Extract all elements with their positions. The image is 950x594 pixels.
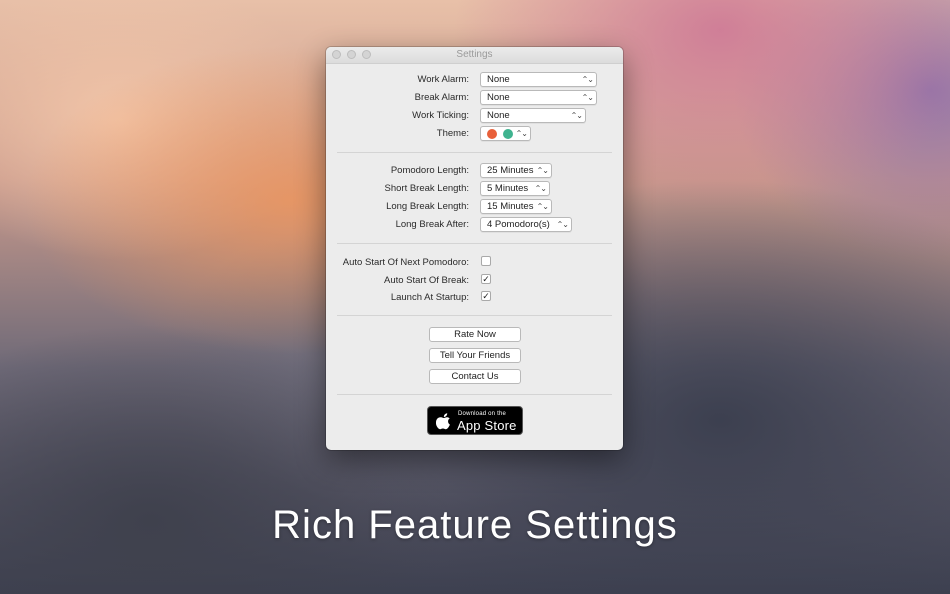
break-alarm-value: None (487, 92, 510, 103)
separator (337, 152, 612, 153)
work-ticking-select[interactable]: None ⌃⌄ (480, 108, 586, 123)
chevron-updown-icon: ⌃⌄ (534, 184, 547, 193)
work-alarm-row: Work Alarm: None ⌃⌄ (326, 72, 623, 88)
auto-start-break-label: Auto Start Of Break: (383, 275, 469, 286)
contact-us-button[interactable]: Contact Us (429, 369, 521, 384)
work-ticking-row: Work Ticking: None ⌃⌄ (326, 108, 623, 124)
short-break-length-label: Short Break Length: (384, 183, 470, 194)
badge-line2: App Store (457, 418, 517, 433)
theme-color-green (503, 129, 513, 139)
work-alarm-label: Work Alarm: (417, 74, 469, 85)
auto-start-pomodoro-row: Auto Start Of Next Pomodoro: (326, 255, 623, 271)
chevron-updown-icon: ⌃⌄ (570, 111, 583, 120)
theme-row: Theme: ⌃⌄ (326, 126, 623, 142)
long-break-after-label: Long Break After: (395, 219, 469, 230)
auto-start-break-row: Auto Start Of Break: ✓ (326, 273, 623, 289)
long-break-length-row: Long Break Length: 15 Minutes ⌃⌄ (326, 199, 623, 215)
apple-logo-icon (436, 413, 450, 430)
chevron-updown-icon: ⌃⌄ (536, 166, 549, 175)
app-store-badge[interactable]: Download on the App Store (427, 406, 523, 435)
launch-at-startup-checkbox[interactable]: ✓ (481, 291, 491, 301)
separator (337, 243, 612, 244)
chevron-updown-icon: ⌃⌄ (515, 129, 528, 138)
long-break-after-select[interactable]: 4 Pomodoro(s) ⌃⌄ (480, 217, 572, 232)
short-break-length-select[interactable]: 5 Minutes ⌃⌄ (480, 181, 550, 196)
theme-select[interactable]: ⌃⌄ (480, 126, 531, 141)
settings-window: Settings Work Alarm: None ⌃⌄ Break Alarm… (326, 47, 623, 450)
short-break-length-row: Short Break Length: 5 Minutes ⌃⌄ (326, 181, 623, 197)
chevron-updown-icon: ⌃⌄ (581, 93, 594, 102)
short-break-length-value: 5 Minutes (487, 183, 529, 194)
long-break-length-label: Long Break Length: (386, 201, 469, 212)
promo-headline: Rich Feature Settings (272, 503, 678, 547)
tell-friends-button[interactable]: Tell Your Friends (429, 348, 521, 363)
window-title: Settings (456, 49, 493, 60)
auto-start-pomodoro-label: Auto Start Of Next Pomodoro: (342, 257, 469, 268)
title-bar[interactable]: Settings (326, 47, 623, 64)
pomodoro-length-value: 25 Minutes (487, 165, 534, 176)
long-break-after-row: Long Break After: 4 Pomodoro(s) ⌃⌄ (326, 217, 623, 233)
theme-label: Theme: (436, 128, 469, 139)
separator (337, 394, 612, 395)
separator (337, 315, 612, 316)
theme-color-orange (487, 129, 497, 139)
work-ticking-label: Work Ticking: (412, 110, 469, 121)
launch-at-startup-label: Launch At Startup: (390, 292, 469, 303)
break-alarm-select[interactable]: None ⌃⌄ (480, 90, 597, 105)
badge-line1: Download on the (458, 411, 507, 417)
pomodoro-length-select[interactable]: 25 Minutes ⌃⌄ (480, 163, 552, 178)
auto-start-pomodoro-checkbox[interactable] (481, 256, 491, 266)
break-alarm-label: Break Alarm: (414, 92, 469, 103)
work-alarm-value: None (487, 74, 510, 85)
long-break-length-value: 15 Minutes (487, 201, 534, 212)
launch-at-startup-row: Launch At Startup: ✓ (326, 290, 623, 306)
break-alarm-row: Break Alarm: None ⌃⌄ (326, 90, 623, 106)
chevron-updown-icon: ⌃⌄ (581, 75, 594, 84)
pomodoro-length-label: Pomodoro Length: (390, 165, 469, 176)
work-alarm-select[interactable]: None ⌃⌄ (480, 72, 597, 87)
work-ticking-value: None (487, 110, 510, 121)
chevron-updown-icon: ⌃⌄ (536, 202, 549, 211)
auto-start-break-checkbox[interactable]: ✓ (481, 274, 491, 284)
chevron-updown-icon: ⌃⌄ (556, 220, 569, 229)
rate-now-button[interactable]: Rate Now (429, 327, 521, 342)
pomodoro-length-row: Pomodoro Length: 25 Minutes ⌃⌄ (326, 163, 623, 179)
long-break-after-value: 4 Pomodoro(s) (487, 219, 550, 230)
long-break-length-select[interactable]: 15 Minutes ⌃⌄ (480, 199, 552, 214)
